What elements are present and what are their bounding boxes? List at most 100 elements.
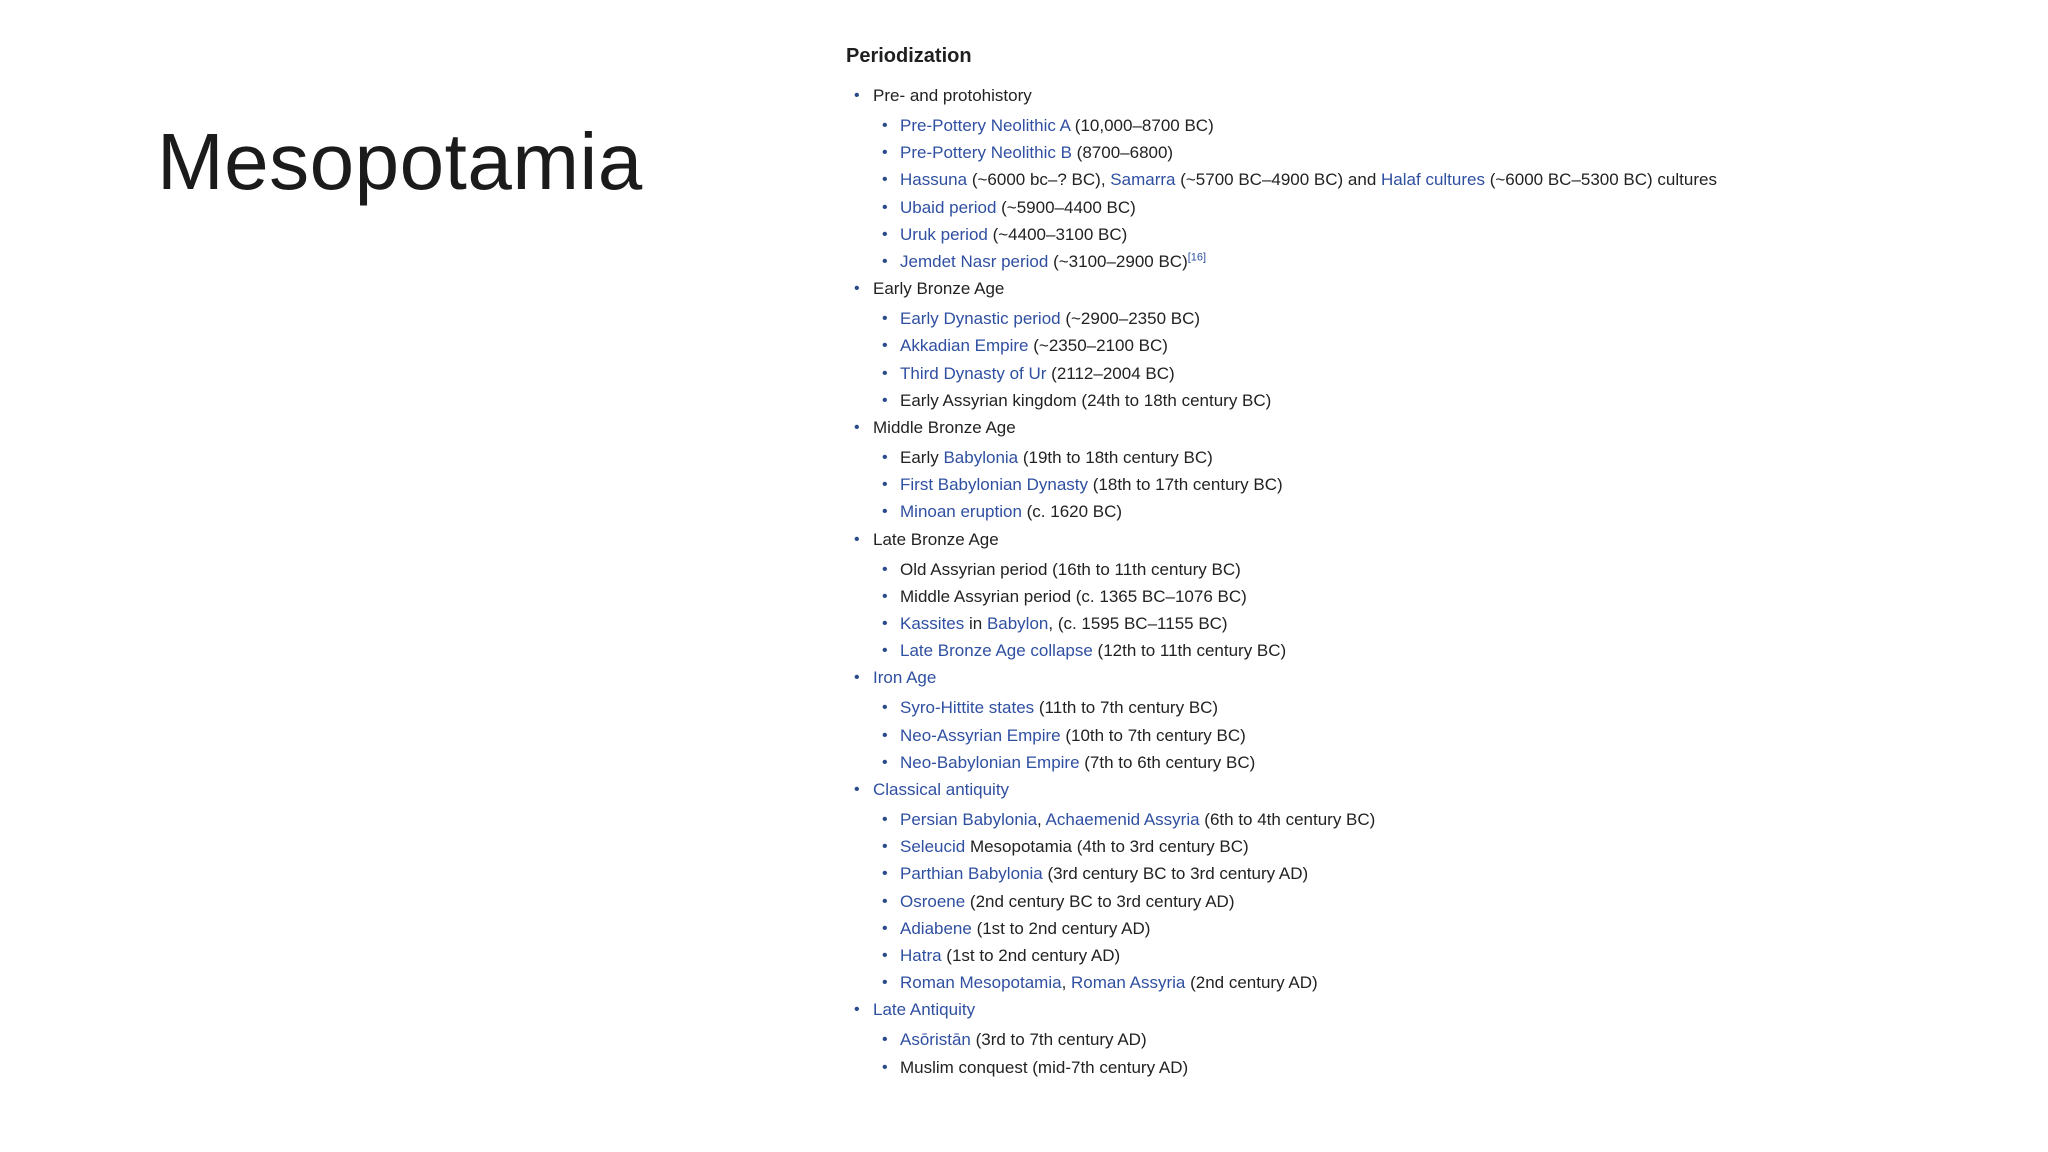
period-entry-list: Old Assyrian period (16th to 11th centur… [873,556,1996,665]
entry-text: (7th to 6th century BC) [1079,752,1256,772]
period-entry: Persian Babylonia, Achaemenid Assyria (6… [873,806,1996,833]
period-entry-list: Early Dynastic period (~2900–2350 BC) Akk… [873,305,1996,414]
period-entry: Kassites in Babylon, (c. 1595 BC–1155 BC… [873,610,1996,637]
period-entry-list: Early Babylonia (19th to 18th century BC… [873,444,1996,526]
period-entry: Hatra (1st to 2nd century AD) [873,942,1996,969]
entry-link[interactable]: Asōristān [900,1030,971,1049]
entry-link[interactable]: Hatra [900,946,942,965]
entry-text: in [964,614,987,634]
section-heading: Periodization [846,45,972,67]
period-entry: Early Babylonia (19th to 18th century BC… [873,444,1996,471]
entry-link[interactable]: Late Bronze Age collapse [900,641,1093,660]
entry-text: (~2350–2100 BC) [1028,336,1168,356]
entry-link[interactable]: Third Dynasty of Ur [900,364,1046,383]
entry-text: (2nd century AD) [1185,973,1318,993]
entry-link[interactable]: Halaf cultures [1381,170,1485,189]
entry-link[interactable]: Roman Mesopotamia [900,973,1062,992]
entry-link[interactable]: Hassuna [900,170,967,189]
period-entry: Parthian Babylonia (3rd century BC to 3r… [873,860,1996,887]
period-entry: Seleucid Mesopotamia (4th to 3rd century… [873,833,1996,860]
period-entry: Neo-Babylonian Empire (7th to 6th centur… [873,749,1996,776]
period-label-link[interactable]: Late Antiquity [873,1000,975,1019]
period-entry: Early Assyrian kingdom (24th to 18th cen… [873,387,1996,414]
period-entry: Late Bronze Age collapse (12th to 11th c… [873,637,1996,664]
entry-text: (~5700 BC–4900 BC) and [1175,170,1382,190]
period-item: Early Bronze Age Early Dynastic period (~… [846,275,1996,414]
period-label-link[interactable]: Iron Age [873,668,936,687]
entry-link[interactable]: Persian Babylonia [900,810,1037,829]
period-list: Pre- and protohistory Pre-Pottery Neolith… [846,82,1996,1081]
period-entry: First Babylonian Dynasty (18th to 17th c… [873,471,1996,498]
entry-text: (~4400–3100 BC) [987,224,1128,244]
period-entry: Muslim conquest (mid-7th century AD) [873,1054,1996,1081]
entry-link[interactable]: Syro-Hittite states [900,698,1034,717]
period-entry: Old Assyrian period (16th to 11th centur… [873,556,1996,583]
period-item: Late Antiquity Asōristān (3rd to 7th cent… [846,996,1996,1081]
period-entry: Minoan eruption (c. 1620 BC) [873,498,1996,525]
entry-link[interactable]: Pre-Pottery Neolithic A [900,116,1070,135]
period-entry: Pre-Pottery Neolithic B (8700–6800) [873,139,1996,166]
entry-link[interactable]: Samarra [1110,170,1175,189]
period-entry: Roman Mesopotamia, Roman Assyria (2nd ce… [873,969,1996,996]
period-entry: Pre-Pottery Neolithic A (10,000–8700 BC) [873,112,1996,139]
entry-text: (~6000 bc–? BC), [967,170,1111,190]
entry-text: (1st to 2nd century AD) [971,918,1151,938]
entry-link[interactable]: Pre-Pottery Neolithic B [900,143,1072,162]
period-item: Late Bronze Age Old Assyrian period (16th… [846,526,1996,665]
entry-text: Muslim conquest (mid-7th century AD) [900,1057,1189,1077]
entry-text: (c. 1620 BC) [1021,502,1123,522]
entry-link[interactable]: Seleucid [900,837,965,856]
entry-text: Old Assyrian period (16th to 11th centur… [900,559,1241,579]
period-label: Middle Bronze Age [873,418,1016,438]
entry-link[interactable]: Ubaid period [900,198,996,217]
entry-link[interactable]: Osroene [900,892,965,911]
entry-link[interactable]: Roman Assyria [1071,973,1185,992]
period-entry: Early Dynastic period (~2900–2350 BC) [873,305,1996,332]
period-entry: Asōristān (3rd to 7th century AD) [873,1026,1996,1053]
entry-link[interactable]: First Babylonian Dynasty [900,475,1088,494]
entry-text: Mesopotamia (4th to 3rd century BC) [965,837,1249,857]
entry-link[interactable]: Achaemenid Assyria [1046,810,1200,829]
entry-text: (10,000–8700 BC) [1070,116,1214,135]
citation-link[interactable]: [16] [1188,251,1206,263]
period-entry-list: Pre-Pottery Neolithic A (10,000–8700 BC)… [873,112,1996,275]
entry-link[interactable]: Adiabene [900,919,972,938]
period-label: Late Bronze Age [873,529,999,549]
entry-text: (11th to 7th century BC) [1034,698,1219,718]
period-entry-list: Syro-Hittite states (11th to 7th century… [873,694,1996,776]
entry-link[interactable]: Early Dynastic period [900,309,1061,328]
period-item: Iron Age Syro-Hittite states (11th to 7th… [846,664,1996,776]
entry-link[interactable]: Jemdet Nasr period [900,252,1048,271]
slide-title: Mesopotamia [157,117,643,206]
entry-text: (~5900–4400 BC) [996,197,1136,217]
entry-link[interactable]: Neo-Babylonian Empire [900,753,1080,772]
period-label-link[interactable]: Classical antiquity [873,780,1009,799]
entry-link[interactable]: Babylon [987,614,1048,633]
period-entry: Uruk period (~4400–3100 BC) [873,221,1996,248]
period-entry-list: Persian Babylonia, Achaemenid Assyria (6… [873,806,1996,997]
period-item: Pre- and protohistory Pre-Pottery Neolith… [846,82,1996,275]
period-label: Early Bronze Age [873,279,1005,299]
period-entry: Ubaid period (~5900–4400 BC) [873,194,1996,221]
period-entry: Osroene (2nd century BC to 3rd century A… [873,888,1996,915]
entry-text: (12th to 11th century BC) [1092,641,1287,661]
entry-link[interactable]: Akkadian Empire [900,336,1029,355]
period-entry: Third Dynasty of Ur (2112–2004 BC) [873,360,1996,387]
entry-link[interactable]: Neo-Assyrian Empire [900,726,1061,745]
entry-text: , [1061,973,1072,993]
entry-text: (~6000 BC–5300 BC) cultures [1484,170,1717,190]
entry-text: (8700–6800) [1071,143,1174,163]
entry-link[interactable]: Babylonia [943,448,1018,467]
periodization-section: Periodization Pre- and protohistory Pre-P… [846,42,1996,1081]
entry-link[interactable]: Minoan eruption [900,502,1022,521]
entry-text: (~3100–2900 BC) [1048,252,1188,272]
entry-text: (2nd century BC to 3rd century AD) [965,891,1235,911]
entry-text: (18th to 17th century BC) [1088,475,1283,495]
entry-link[interactable]: Parthian Babylonia [900,864,1043,883]
entry-link[interactable]: Kassites [900,614,964,633]
entry-text: Middle Assyrian period (c. 1365 BC–1076 … [900,586,1247,606]
entry-text: (3rd to 7th century AD) [970,1030,1147,1050]
entry-text: (~2900–2350 BC) [1060,309,1201,329]
entry-link[interactable]: Uruk period [900,225,988,244]
period-entry: Adiabene (1st to 2nd century AD) [873,915,1996,942]
